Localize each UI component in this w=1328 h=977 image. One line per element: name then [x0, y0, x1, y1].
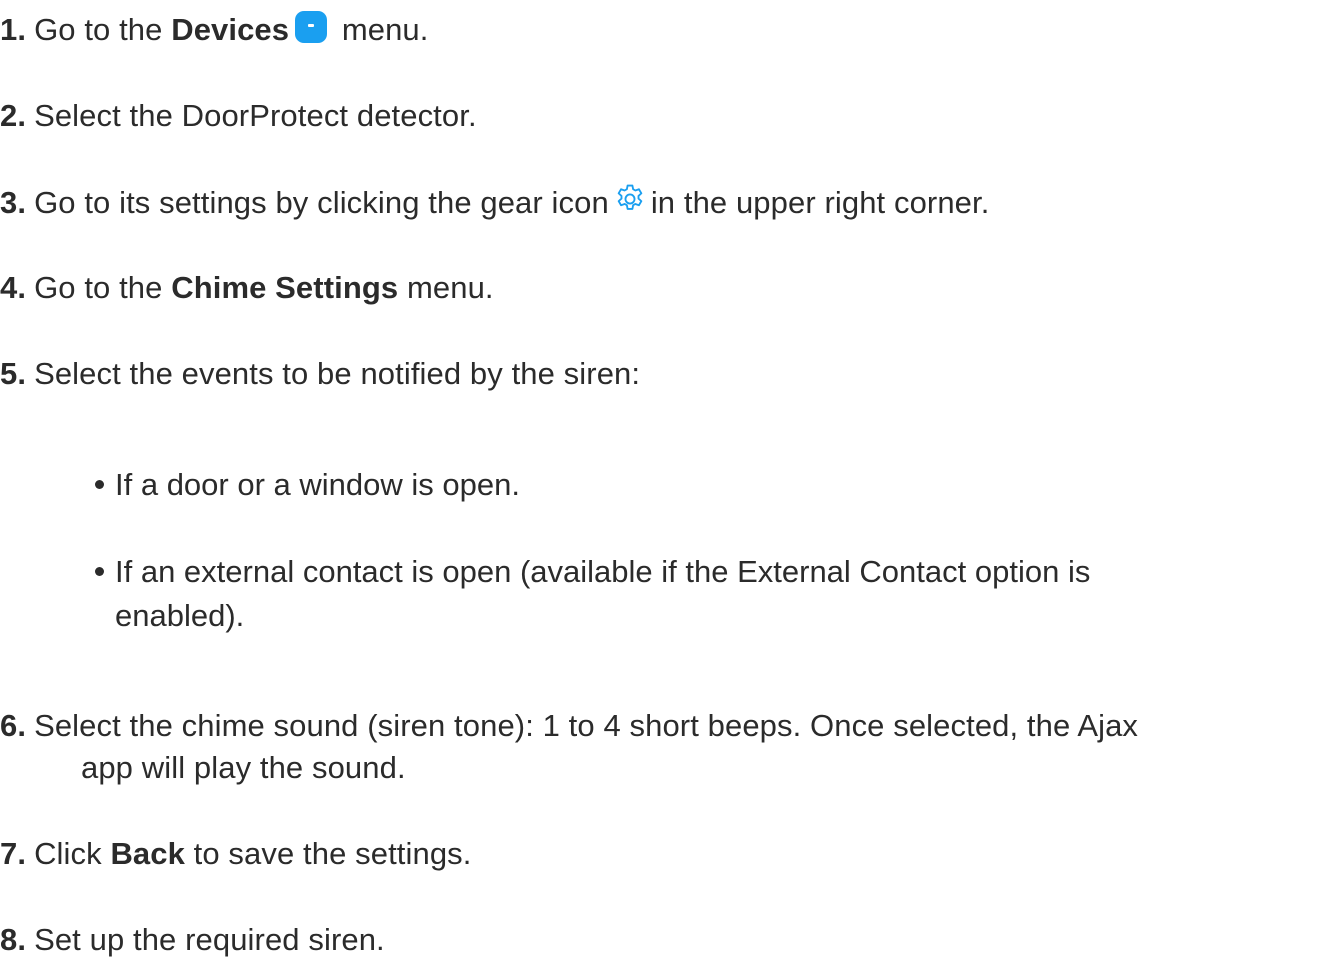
bullet-text: If an external contact is open (availabl…	[115, 554, 1091, 589]
bullet-item: If a door or a window is open.	[95, 465, 520, 505]
step-text: menu.	[398, 270, 494, 305]
devices-menu-label: Devices	[171, 12, 290, 47]
gear-icon	[617, 184, 643, 210]
step-4: 4. Go to the Chime Settings menu.	[0, 268, 494, 308]
step-6-continuation: app will play the sound.	[81, 748, 406, 788]
step-number: 7.	[0, 836, 27, 871]
bullet-item-continuation: enabled).	[115, 596, 244, 636]
step-text: app will play the sound.	[81, 750, 406, 785]
bullet-text: If a door or a window is open.	[115, 467, 520, 502]
step-8: 8. Set up the required siren.	[0, 920, 385, 960]
step-text: menu.	[333, 12, 429, 47]
bullet-dot-icon	[95, 480, 104, 489]
step-text: Select the chime sound (siren tone): 1 t…	[34, 708, 1139, 743]
step-number: 8.	[0, 922, 27, 957]
bullet-text: enabled).	[115, 598, 245, 633]
step-number: 2.	[0, 98, 27, 133]
chime-settings-label: Chime Settings	[171, 270, 399, 305]
step-text: Go to the	[34, 270, 172, 305]
instructions-document: 1. Go to the Devices menu. 2. Select the D…	[0, 0, 1328, 977]
step-text: Go to its settings by clicking the gear …	[34, 185, 609, 220]
bullet-item: If an external contact is open (availabl…	[95, 552, 1091, 592]
step-number: 4.	[0, 270, 27, 305]
step-text: Go to the	[34, 12, 172, 47]
step-number: 5.	[0, 356, 27, 391]
step-text: Click	[34, 836, 111, 871]
step-text: Select the events to be notified by the …	[34, 356, 641, 391]
devices-icon	[295, 11, 328, 43]
step-number: 6.	[0, 708, 27, 743]
back-label: Back	[110, 836, 185, 871]
step-number: 1.	[0, 12, 27, 47]
step-5: 5. Select the events to be notified by th…	[0, 354, 640, 394]
step-7: 7. Click Back to save the settings.	[0, 834, 471, 874]
step-6: 6. Select the chime sound (siren tone): 1…	[0, 706, 1138, 746]
step-text: in the upper right corner.	[650, 185, 990, 220]
step-number: 3.	[0, 185, 27, 220]
step-1: 1. Go to the Devices menu.	[0, 10, 428, 50]
step-text: Set up the required siren.	[34, 922, 385, 957]
step-text: Select the DoorProtect detector.	[34, 98, 477, 133]
step-text: to save the settings.	[184, 836, 472, 871]
step-2: 2. Select the DoorProtect detector.	[0, 96, 477, 136]
bullet-dot-icon	[95, 567, 104, 576]
step-3: 3. Go to its settings by clicking the gea…	[0, 182, 989, 223]
